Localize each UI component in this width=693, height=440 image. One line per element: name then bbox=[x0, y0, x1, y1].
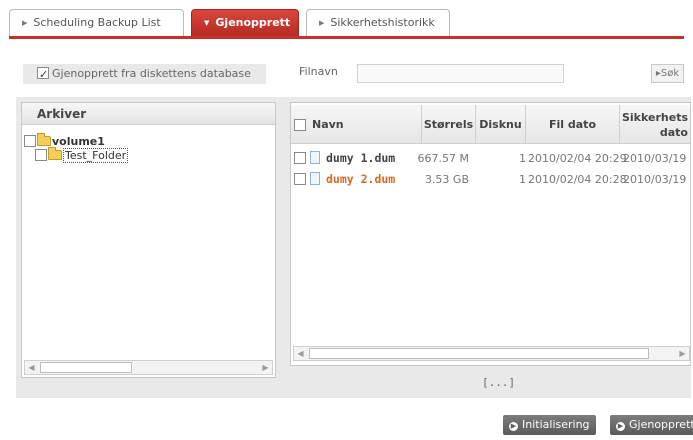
row-checkbox[interactable] bbox=[294, 152, 306, 164]
column-label: Fil dato bbox=[549, 118, 596, 131]
backup-date: 2010/03/19 bbox=[623, 173, 687, 186]
tree-item-test-folder[interactable]: Test_Folder bbox=[35, 147, 129, 163]
column-size[interactable]: Størrels bbox=[421, 105, 475, 144]
tab-label: Gjenopprett bbox=[215, 16, 291, 29]
tree-item-volume1[interactable]: volume1 bbox=[24, 133, 105, 149]
reset-button-label: Initialisering bbox=[522, 418, 590, 431]
file-date: 2010/02/04 20:29 bbox=[528, 152, 627, 165]
file-list-header: Navn Størrels Disknu Fil dato Sikkerhets… bbox=[291, 105, 690, 144]
restore-button[interactable]: ▶ Gjenopprett bbox=[610, 415, 693, 435]
select-all-checkbox[interactable] bbox=[294, 118, 306, 131]
column-backup-date[interactable]: Sikkerhets dato bbox=[619, 105, 690, 144]
pagination[interactable]: [...] bbox=[482, 376, 515, 389]
chevron-down-icon: ▼ bbox=[204, 19, 210, 27]
column-label: Navn bbox=[312, 118, 344, 131]
archive-header: Arkiver bbox=[22, 103, 275, 125]
file-date: 2010/02/04 20:28 bbox=[528, 173, 627, 186]
column-file-date[interactable]: Fil dato bbox=[525, 105, 619, 144]
chevron-right-icon: ▶ bbox=[319, 19, 325, 27]
tab-scheduling-backup-list[interactable]: ▶ Scheduling Backup List bbox=[9, 9, 184, 36]
file-icon bbox=[310, 172, 320, 185]
restore-from-database-option: Gjenopprett fra diskettens database bbox=[23, 64, 266, 85]
tree-horizontal-scrollbar[interactable]: ◀ ▶ bbox=[24, 360, 273, 375]
file-list-panel: Navn Størrels Disknu Fil dato Sikkerhets… bbox=[290, 102, 691, 366]
search-button[interactable]: ▸Søk bbox=[651, 64, 684, 83]
arrow-right-icon: ▶ bbox=[509, 422, 518, 431]
column-disk[interactable]: Disknu bbox=[475, 105, 525, 144]
table-row[interactable]: dumy 2.dum 3.53 GB 1 2010/02/04 20:28 20… bbox=[291, 171, 690, 188]
tab-restore[interactable]: ▼ Gjenopprett bbox=[191, 9, 299, 37]
file-name[interactable]: dumy 2.dum bbox=[326, 171, 395, 188]
tab-underline bbox=[9, 36, 684, 39]
scroll-thumb[interactable] bbox=[40, 362, 132, 373]
column-label: Disknu bbox=[479, 118, 522, 131]
tab-label: Sikkerhetshistorikk bbox=[330, 16, 435, 29]
file-icon bbox=[310, 151, 320, 164]
tree-item-label: Test_Folder bbox=[63, 148, 129, 163]
restore-from-database-checkbox[interactable] bbox=[37, 65, 49, 85]
column-label: Sikkerhets bbox=[621, 110, 688, 124]
file-size: 667.57 M bbox=[417, 152, 469, 165]
scroll-thumb[interactable] bbox=[309, 348, 649, 359]
tree-checkbox[interactable] bbox=[24, 135, 36, 147]
scroll-left-icon[interactable]: ◀ bbox=[25, 361, 38, 374]
folder-icon bbox=[48, 147, 62, 160]
reset-button[interactable]: ▶ Initialisering bbox=[503, 415, 596, 435]
arrow-right-icon: ▶ bbox=[616, 422, 625, 431]
file-size: 3.53 GB bbox=[424, 173, 469, 186]
file-disk: 1 bbox=[519, 173, 526, 186]
column-label: dato bbox=[659, 125, 688, 139]
restore-button-label: Gjenopprett bbox=[629, 418, 693, 431]
filename-input[interactable] bbox=[357, 64, 564, 83]
backup-date: 2010/03/19 bbox=[623, 152, 687, 165]
column-label: Størrels bbox=[423, 118, 474, 131]
chevron-right-icon: ▶ bbox=[22, 19, 28, 27]
scroll-right-icon[interactable]: ▶ bbox=[676, 347, 689, 360]
table-row[interactable]: dumy 1.dum 667.57 M 1 2010/02/04 20:29 2… bbox=[291, 150, 690, 167]
tree-item-label: volume1 bbox=[52, 135, 105, 148]
file-name[interactable]: dumy 1.dum bbox=[326, 150, 395, 167]
column-name[interactable]: Navn bbox=[291, 105, 421, 144]
scroll-right-icon[interactable]: ▶ bbox=[259, 361, 272, 374]
folder-icon bbox=[37, 133, 51, 146]
row-checkbox[interactable] bbox=[294, 173, 306, 185]
archive-tree-panel: Arkiver volume1 Test_Folder ◀ ▶ bbox=[21, 102, 276, 378]
scroll-left-icon[interactable]: ◀ bbox=[294, 347, 307, 360]
tree-checkbox[interactable] bbox=[35, 149, 47, 161]
filename-label: Filnavn bbox=[299, 65, 338, 78]
file-list-horizontal-scrollbar[interactable]: ◀ ▶ bbox=[293, 346, 690, 361]
tab-security-history[interactable]: ▶ Sikkerhetshistorikk bbox=[306, 9, 450, 36]
tab-label: Scheduling Backup List bbox=[33, 16, 161, 29]
restore-from-database-label: Gjenopprett fra diskettens database bbox=[52, 67, 251, 80]
file-disk: 1 bbox=[519, 152, 526, 165]
